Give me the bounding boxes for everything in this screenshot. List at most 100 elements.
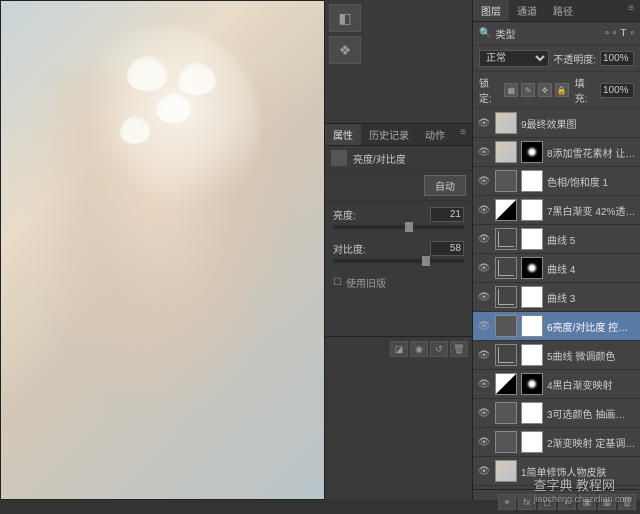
tab-properties[interactable]: 属性 xyxy=(325,124,361,145)
trash-icon[interactable]: 🗑 xyxy=(450,341,468,357)
orchid-decoration xyxy=(98,41,243,190)
filter-icon[interactable]: ▫ xyxy=(613,28,617,39)
layer-mask[interactable] xyxy=(521,431,543,453)
tab-paths[interactable]: 路径 xyxy=(545,0,581,21)
view-icon[interactable]: ◉ xyxy=(410,341,428,357)
visibility-icon[interactable]: 👁 xyxy=(477,203,491,217)
blend-mode-select[interactable]: 正常 xyxy=(479,50,549,67)
layer-row[interactable]: 👁 曲线 5 xyxy=(473,225,640,254)
visibility-icon[interactable]: 👁 xyxy=(477,116,491,130)
filter-icon[interactable]: ▫ xyxy=(605,28,609,39)
layer-mask[interactable] xyxy=(521,228,543,250)
layer-name[interactable]: 2渐变映射 定基调… xyxy=(547,435,636,450)
auto-button[interactable]: 自动 xyxy=(424,175,466,196)
layer-thumbnail[interactable] xyxy=(495,315,517,337)
layer-mask[interactable] xyxy=(521,141,543,163)
visibility-icon[interactable]: 👁 xyxy=(477,406,491,420)
contrast-slider[interactable] xyxy=(333,259,464,263)
layer-thumbnail[interactable] xyxy=(495,344,517,366)
filter-icon[interactable]: T xyxy=(620,28,626,39)
tab-channels[interactable]: 通道 xyxy=(509,0,545,21)
brightness-slider[interactable] xyxy=(333,225,464,229)
layer-name[interactable]: 4黑白渐变映射 xyxy=(547,377,636,392)
layer-mask[interactable] xyxy=(521,344,543,366)
layers-list: 👁9最终效果图👁8添加雪花素材 让…👁色相/饱和度 1👁7黑白渐变 42%透…👁… xyxy=(473,109,640,489)
layer-name[interactable]: 7黑白渐变 42%透… xyxy=(547,203,636,218)
tab-actions[interactable]: 动作 xyxy=(417,124,453,145)
layer-name[interactable]: 3可选颜色 抽画… xyxy=(547,406,636,421)
visibility-icon[interactable]: 👁 xyxy=(477,319,491,333)
layer-thumbnail[interactable] xyxy=(495,257,517,279)
layer-thumbnail[interactable] xyxy=(495,228,517,250)
layer-name[interactable]: 8添加雪花素材 让… xyxy=(547,145,636,160)
layer-mask[interactable] xyxy=(521,373,543,395)
visibility-icon[interactable]: 👁 xyxy=(477,290,491,304)
layer-mask[interactable] xyxy=(521,257,543,279)
layer-name[interactable]: 5曲线 微调颜色 xyxy=(547,348,636,363)
layer-thumbnail[interactable] xyxy=(495,460,517,482)
tab-layers[interactable]: 图层 xyxy=(473,0,509,21)
lock-position-icon[interactable]: ✥ xyxy=(538,83,552,97)
panel-menu-icon[interactable]: ≡ xyxy=(454,124,472,145)
layer-row[interactable]: 👁 色相/饱和度 1 xyxy=(473,167,640,196)
layer-name[interactable]: 曲线 5 xyxy=(547,232,636,247)
layer-row[interactable]: 👁 2渐变映射 定基调… xyxy=(473,428,640,457)
layer-thumbnail[interactable] xyxy=(495,402,517,424)
clip-icon[interactable]: ◪ xyxy=(390,341,408,357)
layer-name[interactable]: 曲线 4 xyxy=(547,261,636,276)
lock-paint-icon[interactable]: ✎ xyxy=(521,83,535,97)
layer-row[interactable]: 👁 6亮度/对比度 控… xyxy=(473,312,640,341)
layer-mask[interactable] xyxy=(521,315,543,337)
layer-thumbnail[interactable] xyxy=(495,112,517,134)
legacy-checkbox[interactable]: ☐ xyxy=(333,277,342,288)
lock-transparent-icon[interactable]: ▦ xyxy=(504,83,518,97)
panel-collapsed-icon[interactable]: ❖ xyxy=(329,36,361,64)
layer-thumbnail[interactable] xyxy=(495,373,517,395)
visibility-icon[interactable]: 👁 xyxy=(477,174,491,188)
properties-title: 亮度/对比度 xyxy=(353,151,406,166)
layer-mask[interactable] xyxy=(521,286,543,308)
layer-name[interactable]: 曲线 3 xyxy=(547,290,636,305)
layer-mask[interactable] xyxy=(521,402,543,424)
layer-thumbnail[interactable] xyxy=(495,199,517,221)
layer-row[interactable]: 👁 7黑白渐变 42%透… xyxy=(473,196,640,225)
panel-menu-icon[interactable]: ≡ xyxy=(622,0,640,21)
layer-mask[interactable] xyxy=(521,170,543,192)
layer-row[interactable]: 👁 8添加雪花素材 让… xyxy=(473,138,640,167)
fill-input[interactable] xyxy=(600,83,634,98)
layer-row[interactable]: 👁 曲线 4 xyxy=(473,254,640,283)
visibility-icon[interactable]: 👁 xyxy=(477,348,491,362)
kind-filter-icon[interactable]: 🔍 xyxy=(479,28,491,39)
layer-name[interactable]: 1简单修饰人物皮肤 xyxy=(521,464,636,479)
layer-thumbnail[interactable] xyxy=(495,141,517,163)
layer-name[interactable]: 色相/饱和度 1 xyxy=(547,174,636,189)
visibility-icon[interactable]: 👁 xyxy=(477,145,491,159)
filter-icon[interactable]: ▫ xyxy=(630,28,634,39)
document-canvas[interactable] xyxy=(0,0,325,500)
visibility-icon[interactable]: 👁 xyxy=(477,232,491,246)
brightness-input[interactable] xyxy=(430,207,464,222)
layer-mask[interactable] xyxy=(521,199,543,221)
layer-row[interactable]: 👁 5曲线 微调颜色 xyxy=(473,341,640,370)
visibility-icon[interactable]: 👁 xyxy=(477,464,491,478)
layer-thumbnail[interactable] xyxy=(495,286,517,308)
layer-name[interactable]: 6亮度/对比度 控… xyxy=(547,319,636,334)
tab-history[interactable]: 历史记录 xyxy=(361,124,417,145)
contrast-input[interactable] xyxy=(430,241,464,256)
visibility-icon[interactable]: 👁 xyxy=(477,261,491,275)
layer-name[interactable]: 9最终效果图 xyxy=(521,116,636,131)
visibility-icon[interactable]: 👁 xyxy=(477,435,491,449)
visibility-icon[interactable]: 👁 xyxy=(477,377,491,391)
layer-row[interactable]: 👁 9最终效果图 xyxy=(473,109,640,138)
opacity-input[interactable] xyxy=(600,51,634,66)
layer-row[interactable]: 👁 曲线 3 xyxy=(473,283,640,312)
layer-thumbnail[interactable] xyxy=(495,431,517,453)
layer-row[interactable]: 👁 3可选颜色 抽画… xyxy=(473,399,640,428)
kind-label: 类型 xyxy=(495,26,515,41)
reset-icon[interactable]: ↺ xyxy=(430,341,448,357)
layer-row[interactable]: 👁 1简单修饰人物皮肤 xyxy=(473,457,640,486)
lock-all-icon[interactable]: 🔒 xyxy=(555,83,569,97)
layer-row[interactable]: 👁 4黑白渐变映射 xyxy=(473,370,640,399)
layer-thumbnail[interactable] xyxy=(495,170,517,192)
panel-collapsed-icon[interactable]: ◧ xyxy=(329,4,361,32)
